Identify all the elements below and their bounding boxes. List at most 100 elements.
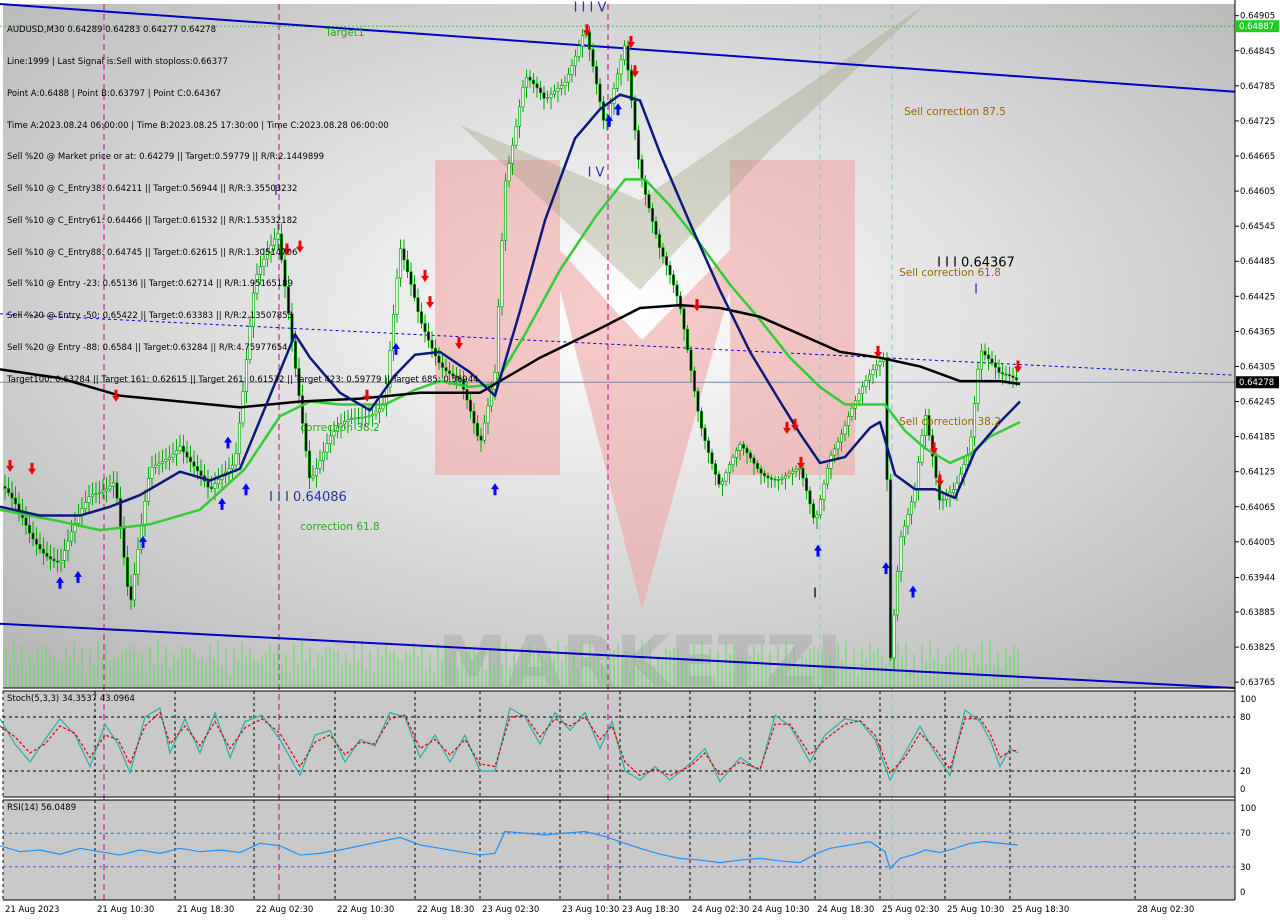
candle-body — [902, 525, 907, 538]
candle-body — [703, 427, 707, 442]
volume-bar — [649, 644, 651, 688]
volume-bar — [713, 676, 715, 688]
volume-bar — [597, 654, 599, 688]
candle-body — [636, 130, 641, 160]
volume-bar — [969, 667, 971, 688]
volume-bar — [325, 646, 327, 688]
candle-body — [213, 483, 217, 489]
volume-bar — [949, 653, 951, 688]
volume-bar — [957, 645, 959, 688]
candle-body — [500, 240, 504, 308]
candle-body — [94, 493, 98, 495]
candle-body — [864, 380, 868, 388]
info-line: Sell %10 @ C_Entry61: 0.64466 || Target:… — [7, 215, 298, 226]
volume-bar — [341, 665, 343, 688]
candle-body — [52, 558, 56, 562]
volume-bar — [117, 659, 119, 688]
time-tick-label: 22 Aug 10:30 — [337, 905, 394, 915]
chart-annotation: I — [813, 586, 817, 601]
volume-bar — [925, 661, 927, 688]
info-line: Point A:0.6488 | Point B:0.63797 | Point… — [7, 88, 222, 99]
candle-body — [318, 460, 322, 469]
price-tick-label: 0.64905 — [1240, 12, 1275, 22]
candle-body — [160, 461, 165, 464]
volume-bar — [145, 670, 147, 688]
volume-bar — [57, 660, 59, 688]
candle-body — [143, 500, 147, 526]
volume-bar — [281, 665, 283, 688]
candle-body — [776, 479, 781, 481]
candle-body — [521, 86, 525, 108]
volume-bar — [109, 659, 111, 688]
volume-bar — [945, 655, 947, 688]
volume-bar — [717, 650, 719, 688]
volume-bar — [773, 673, 775, 688]
volume-bar — [53, 656, 55, 688]
candle-body — [951, 489, 956, 493]
candle-body — [1000, 372, 1005, 375]
volume-bar — [233, 648, 235, 688]
volume-bar — [137, 660, 139, 688]
rsi-tick-label: 70 — [1240, 829, 1251, 839]
volume-bar — [561, 660, 563, 688]
time-tick-label: 21 Aug 10:30 — [97, 905, 154, 915]
info-line: Sell %10 @ C_Entry88: 0.64745 || Target:… — [7, 247, 298, 258]
volume-bar — [449, 659, 451, 688]
candle-body — [24, 517, 28, 526]
time-tick-label: 24 Aug 10:30 — [752, 905, 809, 915]
candle-body — [573, 55, 578, 67]
volume-bar — [973, 652, 975, 688]
time-tick-label: 25 Aug 10:30 — [947, 905, 1004, 915]
volume-bar — [81, 647, 83, 688]
volume-bar — [185, 649, 187, 688]
candle-body — [1004, 373, 1008, 376]
candle-body — [699, 410, 704, 429]
volume-bar — [277, 644, 279, 688]
volume-bar — [241, 641, 243, 688]
rsi-tick-label: 0 — [1240, 888, 1245, 898]
candle-body — [766, 475, 770, 479]
volume-bar — [961, 653, 963, 688]
price-tick-label: 0.64005 — [1240, 538, 1275, 548]
volume-bar — [73, 641, 75, 688]
rsi-tick-label: 100 — [1240, 804, 1256, 814]
volume-bar — [845, 640, 847, 688]
volume-bar — [101, 657, 103, 688]
candle-body — [538, 87, 543, 94]
volume-bar — [385, 642, 387, 688]
volume-bar — [213, 658, 215, 688]
candle-body — [762, 472, 767, 477]
volume-bar — [249, 647, 251, 688]
candle-body — [598, 83, 602, 103]
volume-bar — [329, 647, 331, 688]
candle-body — [640, 159, 644, 181]
volume-bar — [445, 641, 447, 688]
volume-bar — [941, 664, 943, 688]
volume-bar — [289, 671, 291, 688]
info-line: Time A:2023.08.24 06:00:00 | Time B:2023… — [7, 120, 389, 131]
volume-bar — [17, 665, 19, 688]
candle-body — [90, 494, 95, 498]
candle-body — [41, 548, 46, 554]
volume-bar — [93, 665, 95, 688]
volume-bar — [37, 645, 39, 688]
volume-bar — [121, 652, 123, 688]
volume-bar — [929, 640, 931, 688]
candle-body — [76, 515, 81, 524]
volume-bar — [857, 674, 859, 688]
candle-body — [83, 502, 88, 510]
volume-bar — [425, 670, 427, 688]
volume-bar — [685, 657, 687, 688]
candle-body — [587, 31, 592, 50]
symbol-ohlc-line: AUDUSD,M30 0.64289 0.64283 0.64277 0.642… — [7, 25, 217, 36]
candle-body — [321, 451, 326, 461]
candle-body — [594, 66, 599, 85]
volume-bar — [821, 648, 823, 688]
volume-bar — [841, 661, 843, 688]
volume-bar — [553, 656, 555, 688]
candle-body — [122, 527, 126, 558]
volume-bar — [61, 660, 63, 688]
volume-bar — [937, 649, 939, 688]
volume-bar — [433, 672, 435, 688]
volume-bar — [309, 648, 311, 688]
